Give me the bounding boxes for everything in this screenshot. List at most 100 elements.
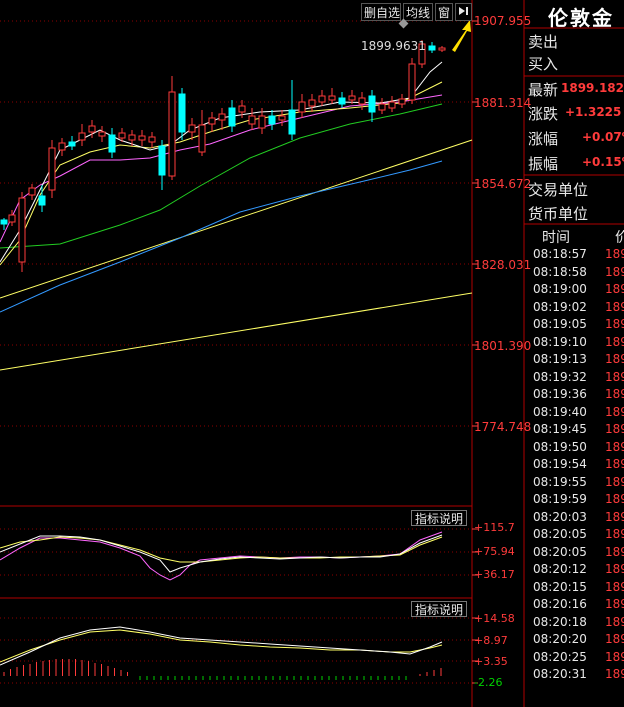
trade-price-header: 价	[615, 230, 624, 246]
trade-row: 08:19:13 1899	[533, 351, 624, 369]
trade-price: 1899	[605, 457, 624, 471]
trade-time: 08:20:15	[533, 579, 587, 594]
indicator-tick: -2.26	[474, 676, 503, 689]
indicator-tick: +3.35	[474, 655, 508, 668]
trade-price: 1899	[605, 352, 624, 366]
trade-row: 08:18:57 1899	[533, 246, 624, 264]
trade-row: 08:19:10 1899	[533, 334, 624, 352]
ma60-line	[0, 103, 443, 249]
indicator-help-button[interactable]: 指标说明	[411, 601, 468, 617]
trade-time: 08:19:05	[533, 317, 587, 331]
trade-row: 08:19:45 1899	[533, 421, 624, 439]
trade-price: 1899	[605, 509, 624, 524]
candle-body	[348, 95, 356, 101]
candle-body	[0, 219, 8, 225]
candle-body	[248, 115, 256, 125]
indicator-tick: +115.7	[474, 521, 515, 534]
trade-row: 08:20:12 1899	[533, 561, 624, 579]
candle-body	[218, 113, 226, 121]
trade-time: 08:18:57	[533, 247, 587, 261]
trade-time: 08:19:10	[533, 334, 587, 349]
candle-body	[428, 45, 436, 51]
trade-time: 08:19:36	[533, 387, 587, 401]
annotation-arrow-icon	[452, 20, 471, 52]
trade-time: 08:20:18	[533, 614, 587, 629]
trade-price: 1899	[605, 439, 624, 454]
candle-body	[108, 134, 116, 153]
trade-row: 08:20:05 1899	[533, 526, 624, 544]
moving-average-button[interactable]: 均线	[403, 3, 433, 21]
change-value: +1.3225	[565, 105, 622, 119]
window-button[interactable]: 窗	[435, 3, 453, 21]
candle-body	[68, 141, 76, 147]
candle-body	[358, 97, 366, 105]
trade-unit-label: 交易单位	[528, 181, 589, 199]
buy-label: 买入	[528, 55, 559, 73]
trade-time: 08:20:31	[533, 667, 587, 681]
candle-body	[318, 95, 326, 103]
trade-row: 08:18:58 1899	[533, 264, 624, 282]
candle-body	[38, 195, 46, 206]
trade-time: 08:19:45	[533, 422, 587, 436]
trend-line	[0, 292, 473, 371]
candle-body	[268, 115, 276, 125]
trade-row: 08:19:54 1899	[533, 456, 624, 474]
candle-body	[18, 197, 26, 263]
trade-time: 08:20:16	[533, 597, 587, 611]
trade-row: 08:19:55 1899	[533, 474, 624, 492]
trade-row: 08:20:20 1899	[533, 631, 624, 649]
trade-price: 1899	[605, 369, 624, 384]
indicator-tick: +14.58	[474, 612, 515, 625]
candle-body	[298, 101, 306, 113]
candle-body	[118, 132, 126, 139]
candle-body	[48, 147, 56, 191]
trade-price: 1899	[605, 387, 624, 401]
candle-body	[388, 101, 396, 109]
latest-value: 1899.1824	[561, 81, 624, 95]
trade-time: 08:19:54	[533, 457, 587, 471]
trade-row: 08:20:25 1899	[533, 649, 624, 667]
candle-body	[88, 125, 96, 133]
candle-body	[98, 131, 106, 137]
expand-right-button[interactable]	[455, 3, 472, 21]
indicator1-line	[0, 534, 443, 573]
indicator-tick: +8.97	[474, 634, 508, 647]
indicator-help-button[interactable]: 指标说明	[411, 510, 468, 526]
trade-time: 08:20:12	[533, 562, 587, 576]
candle-body	[408, 63, 416, 101]
trade-price: 1899	[605, 247, 624, 261]
candle-body	[328, 95, 336, 101]
price-tick: 1907.955	[474, 14, 532, 28]
trade-time: 08:19:02	[533, 299, 587, 314]
amplitude-label: 振幅	[528, 155, 559, 173]
trade-price: 1899	[605, 492, 624, 506]
latest-label: 最新	[528, 81, 559, 99]
trade-row: 08:19:36 1899	[533, 386, 624, 404]
delete-favorite-button[interactable]: 删自选	[361, 3, 401, 21]
candle-body	[438, 47, 446, 51]
trade-row: 08:20:15 1899	[533, 579, 624, 597]
trade-price: 1899	[605, 632, 624, 646]
trade-time: 08:19:59	[533, 492, 587, 506]
candle-body	[258, 115, 266, 129]
candle-body	[78, 132, 86, 141]
indicator-tick: +36.17	[474, 568, 515, 581]
candle-body	[178, 93, 186, 133]
trade-price: 1899	[605, 597, 624, 611]
price-tick: 1774.748	[474, 420, 532, 434]
trade-time: 08:20:03	[533, 509, 587, 524]
currency-unit-label: 货币单位	[528, 205, 589, 223]
trade-time: 08:19:32	[533, 369, 587, 384]
trade-time: 08:20:20	[533, 632, 587, 646]
trade-price: 1899	[605, 264, 624, 279]
trade-price: 1899	[605, 667, 624, 681]
trade-time: 08:19:00	[533, 282, 587, 296]
candle-body	[188, 124, 196, 133]
candle-body	[398, 98, 406, 105]
amplitude-value: +0.15%	[582, 155, 624, 169]
candle-body	[278, 115, 286, 121]
change-label: 涨跌	[528, 105, 559, 123]
candle-body	[158, 145, 166, 176]
trade-row: 08:20:16 1899	[533, 596, 624, 614]
trade-price: 1899	[605, 544, 624, 559]
